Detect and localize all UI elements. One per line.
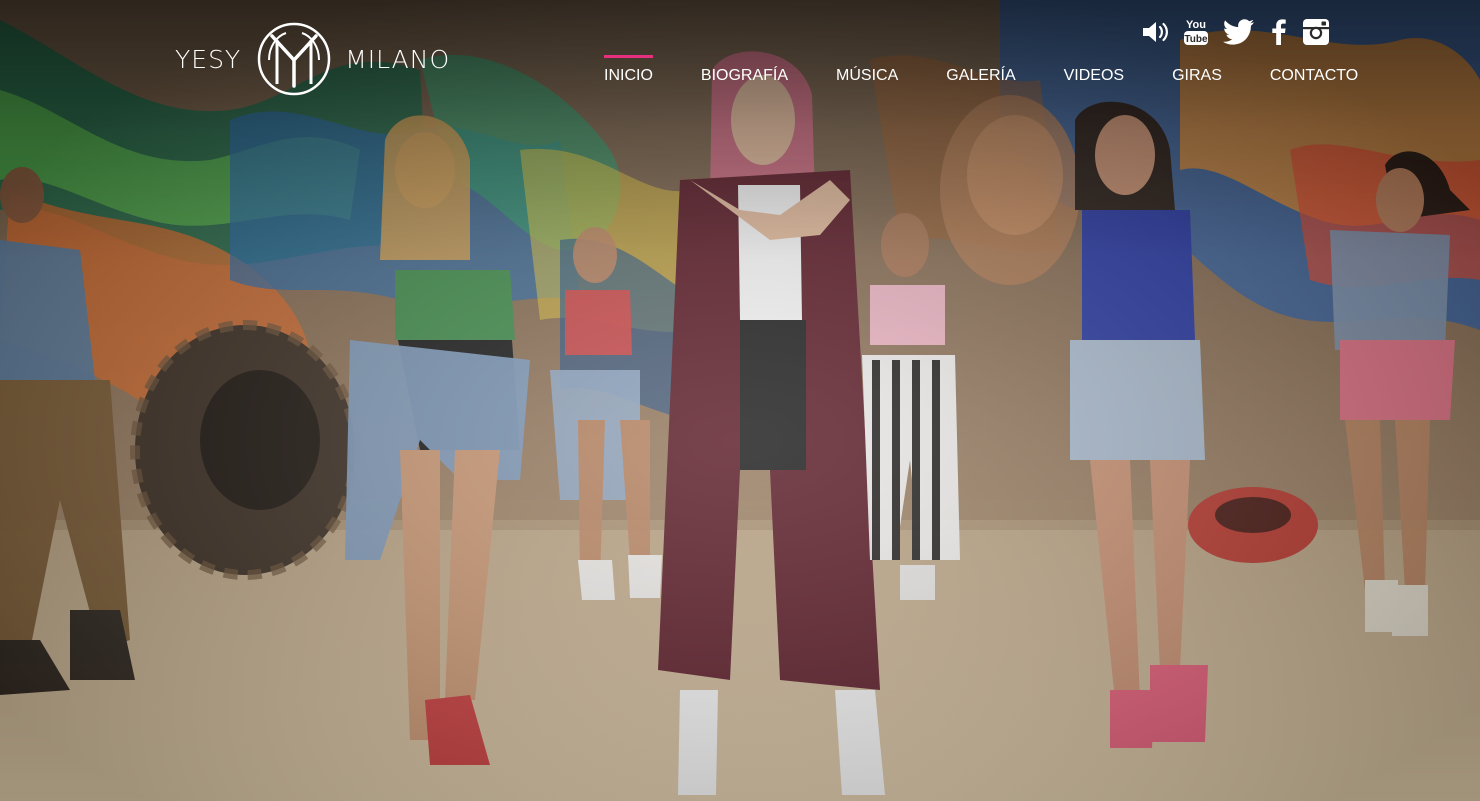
logo-first-name: YESY [175,44,242,74]
nav-item-label: CONTACTO [1269,67,1359,84]
nav-item-contacto[interactable]: CONTACTO [1246,55,1382,85]
social-links: You Tube [1136,14,1336,50]
logo-last-name: MILANO [345,44,451,74]
facebook-icon[interactable] [1262,14,1296,50]
site-logo[interactable]: YESY MILANO [175,20,450,98]
nav-item-videos[interactable]: VIDEOS [1040,55,1148,85]
instagram-icon[interactable] [1296,14,1336,50]
twitter-icon[interactable] [1216,14,1262,50]
nav-item-biografia[interactable]: BIOGRAFÍA [677,55,812,85]
nav-item-galeria[interactable]: GALERÍA [922,55,1039,85]
nav-item-label: GIRAS [1172,67,1222,84]
nav-item-label: GALERÍA [946,67,1016,84]
hero-background-photo [0,0,1480,801]
svg-text:Tube: Tube [1184,34,1208,45]
nav-item-label: MÚSICA [836,67,899,84]
nav-item-giras[interactable]: GIRAS [1148,55,1246,85]
youtube-icon[interactable]: You Tube [1176,14,1216,50]
nav-item-inicio[interactable]: INICIO [580,55,677,85]
speaker-icon[interactable] [1136,14,1176,50]
main-nav: INICIO BIOGRAFÍA MÚSICA GALERÍA VIDEOS G… [580,55,1382,95]
page: YESY MILANO INICIO BIOGRAFÍA MÚSICA GALE… [0,0,1480,801]
svg-text:You: You [1186,19,1206,31]
nav-item-musica[interactable]: MÚSICA [812,55,922,85]
nav-item-label: BIOGRAFÍA [700,67,789,84]
monogram-logo-icon [257,22,331,96]
nav-item-label: VIDEOS [1063,67,1125,84]
nav-item-label: INICIO [604,67,653,84]
